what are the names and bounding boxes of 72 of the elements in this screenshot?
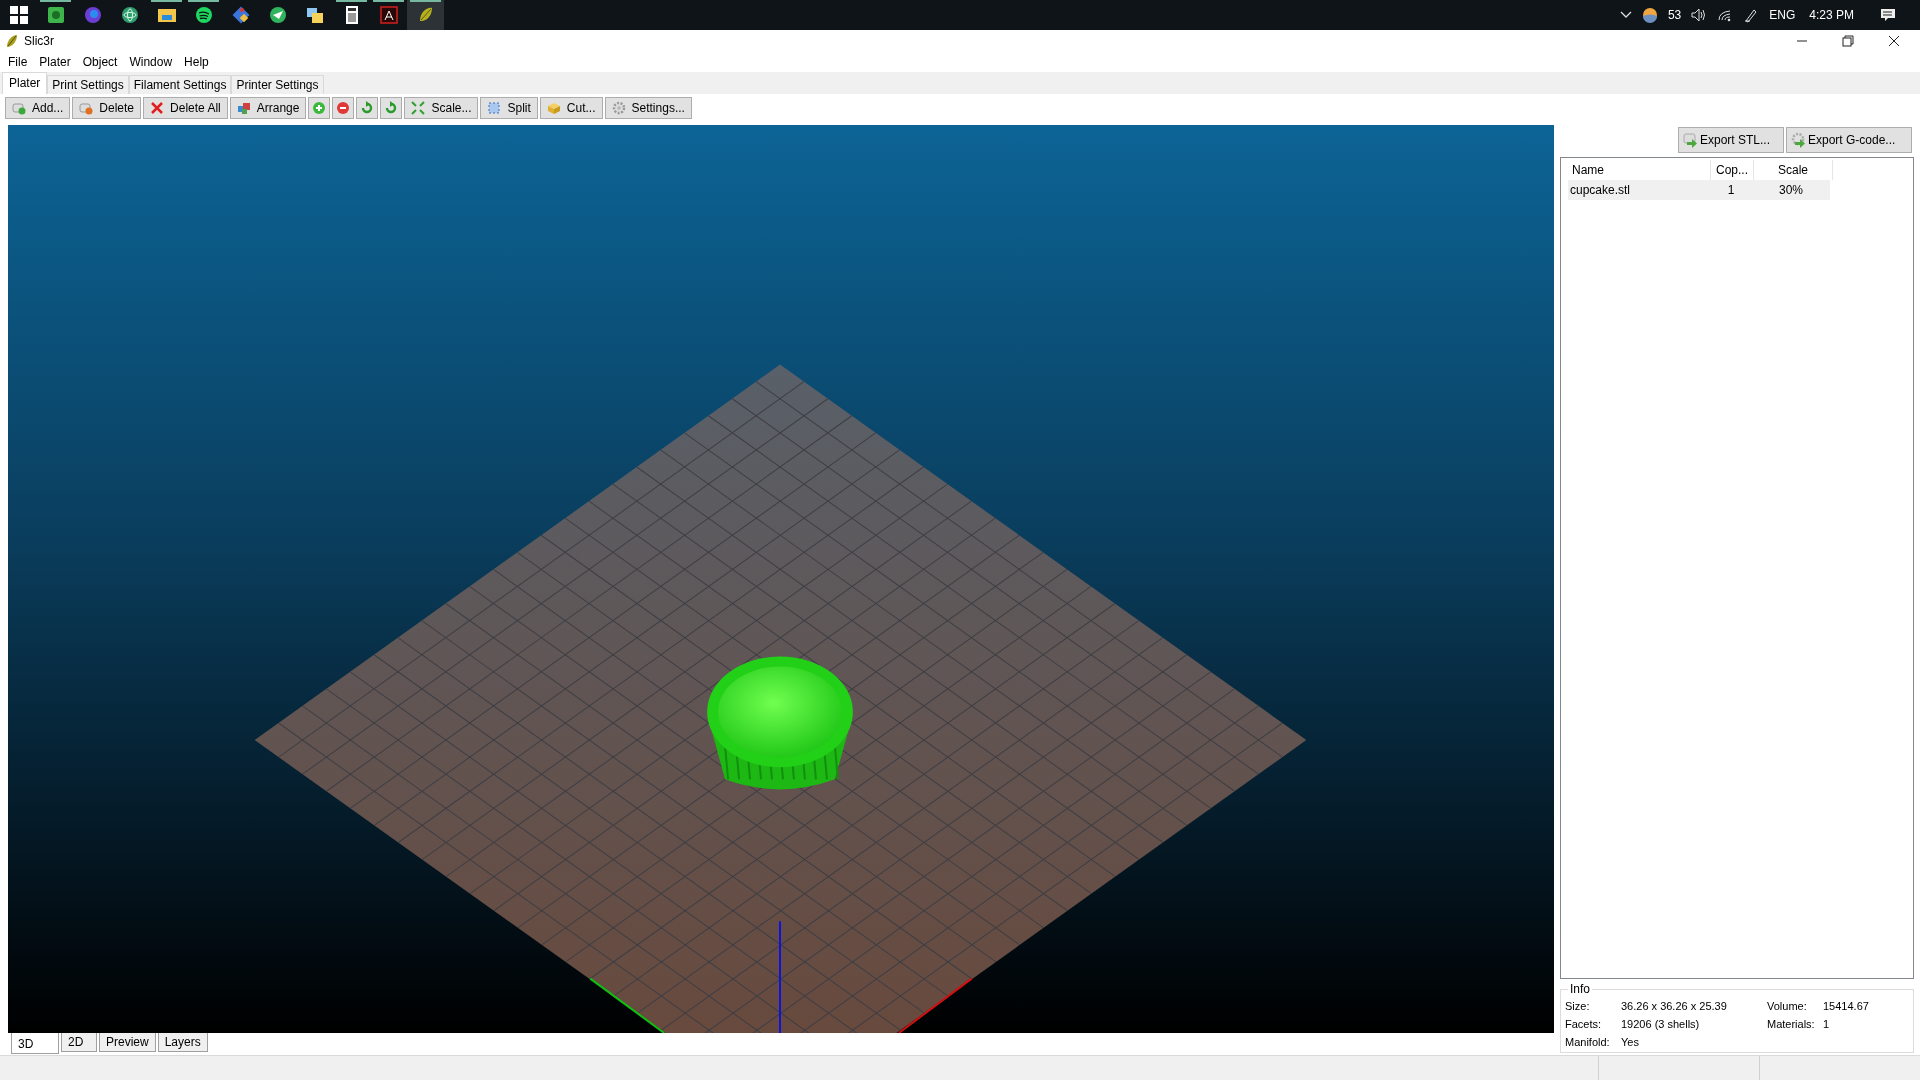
window-title: Slic3r bbox=[24, 34, 54, 48]
menu-item[interactable]: Object bbox=[76, 55, 124, 69]
temperature-text: 53 bbox=[1667, 8, 1682, 22]
menu-item[interactable]: Help bbox=[178, 55, 215, 69]
view-tab[interactable]: Preview bbox=[99, 1033, 156, 1052]
four-squares-logo-icon bbox=[7, 4, 30, 26]
object-row[interactable]: cupcake.stl 1 30% bbox=[1568, 180, 1830, 200]
tab[interactable]: Printer Settings bbox=[231, 75, 324, 94]
export-object-icon bbox=[1683, 132, 1699, 148]
close-icon[interactable] bbox=[1888, 35, 1900, 47]
settings-icon bbox=[611, 101, 626, 115]
language-indicator[interactable]: ENG bbox=[1769, 8, 1796, 22]
view-tab[interactable]: 3D bbox=[11, 1033, 59, 1054]
toolbar-button[interactable]: Delete bbox=[72, 97, 142, 119]
info-value: Yes bbox=[1621, 1036, 1640, 1048]
toolbar-button[interactable]: Add... bbox=[5, 97, 71, 119]
document-app-icon bbox=[377, 4, 400, 26]
cupcake-model-drawing[interactable] bbox=[707, 656, 853, 790]
info-value: 36.26 x 36.26 x 25.39 bbox=[1621, 1000, 1728, 1012]
toolbar-button[interactable]: Scale... bbox=[404, 97, 479, 119]
plus-icon bbox=[312, 101, 327, 115]
toolbar-button[interactable] bbox=[332, 97, 355, 119]
cubes-icon bbox=[236, 101, 251, 115]
info-label: Materials: bbox=[1767, 1018, 1816, 1030]
toolbar-button[interactable] bbox=[356, 97, 379, 119]
tab[interactable]: Filament Settings bbox=[128, 75, 232, 94]
box-icon bbox=[546, 101, 561, 115]
toolbar-button[interactable] bbox=[380, 97, 403, 119]
view-tab[interactable]: 2D bbox=[61, 1033, 97, 1052]
menu-item[interactable]: Plater bbox=[33, 55, 77, 69]
toolbar-button[interactable]: Split bbox=[480, 97, 538, 119]
taskbar-app-button[interactable] bbox=[407, 0, 444, 30]
restore-icon[interactable] bbox=[1842, 35, 1854, 47]
3d-viewport[interactable] bbox=[8, 125, 1554, 1033]
info-value: 1 bbox=[1823, 1018, 1831, 1030]
export-button[interactable]: Export STL... bbox=[1678, 127, 1784, 153]
tab[interactable]: Plater bbox=[2, 72, 48, 94]
weather-icon[interactable] bbox=[1641, 7, 1658, 23]
info-label: Volume: bbox=[1767, 1000, 1808, 1012]
name-cell-text: cupcake.stl bbox=[1569, 183, 1632, 197]
toolbar-button[interactable]: Cut... bbox=[539, 97, 603, 119]
volume-icon[interactable] bbox=[1691, 8, 1708, 22]
info-value: 15414.67 bbox=[1823, 1000, 1870, 1012]
rotate-left-icon bbox=[360, 101, 375, 115]
toolbar-button[interactable] bbox=[308, 97, 331, 119]
menu-item[interactable]: File bbox=[2, 55, 34, 69]
scale-cell-text: 30% bbox=[1778, 183, 1804, 197]
group-title: Info bbox=[1568, 982, 1592, 996]
remove-object-icon bbox=[79, 101, 94, 115]
leaf-logo-icon bbox=[6, 34, 18, 48]
chevron-up-icon[interactable] bbox=[1619, 11, 1632, 19]
rotate-right-icon bbox=[384, 101, 399, 115]
view-tab[interactable]: Layers bbox=[157, 1033, 208, 1052]
info-label: Size: bbox=[1565, 1000, 1591, 1012]
notification-icon[interactable] bbox=[1880, 7, 1896, 23]
split-icon bbox=[487, 101, 502, 115]
expand-arrows-icon bbox=[411, 101, 426, 115]
toolbar-button[interactable]: Arrange bbox=[229, 97, 307, 119]
menu-item[interactable]: Window bbox=[123, 55, 179, 69]
info-label: Manifold: bbox=[1565, 1036, 1611, 1048]
copies-cell-text: 1 bbox=[1726, 183, 1736, 197]
info-label: Facets: bbox=[1565, 1018, 1603, 1030]
minus-icon bbox=[336, 101, 351, 115]
toolbar-button[interactable]: Delete All bbox=[143, 97, 228, 119]
export-button[interactable]: Export G-code... bbox=[1786, 127, 1912, 153]
x-icon bbox=[150, 101, 165, 115]
tab[interactable]: Print Settings bbox=[47, 75, 129, 94]
add-object-icon bbox=[12, 101, 26, 115]
toolbar-button[interactable]: Settings... bbox=[604, 97, 692, 119]
export-gear-icon bbox=[1791, 132, 1807, 148]
info-value: 19206 (3 shells) bbox=[1621, 1018, 1701, 1030]
clock-text[interactable]: 4:23 PM bbox=[1809, 8, 1854, 22]
